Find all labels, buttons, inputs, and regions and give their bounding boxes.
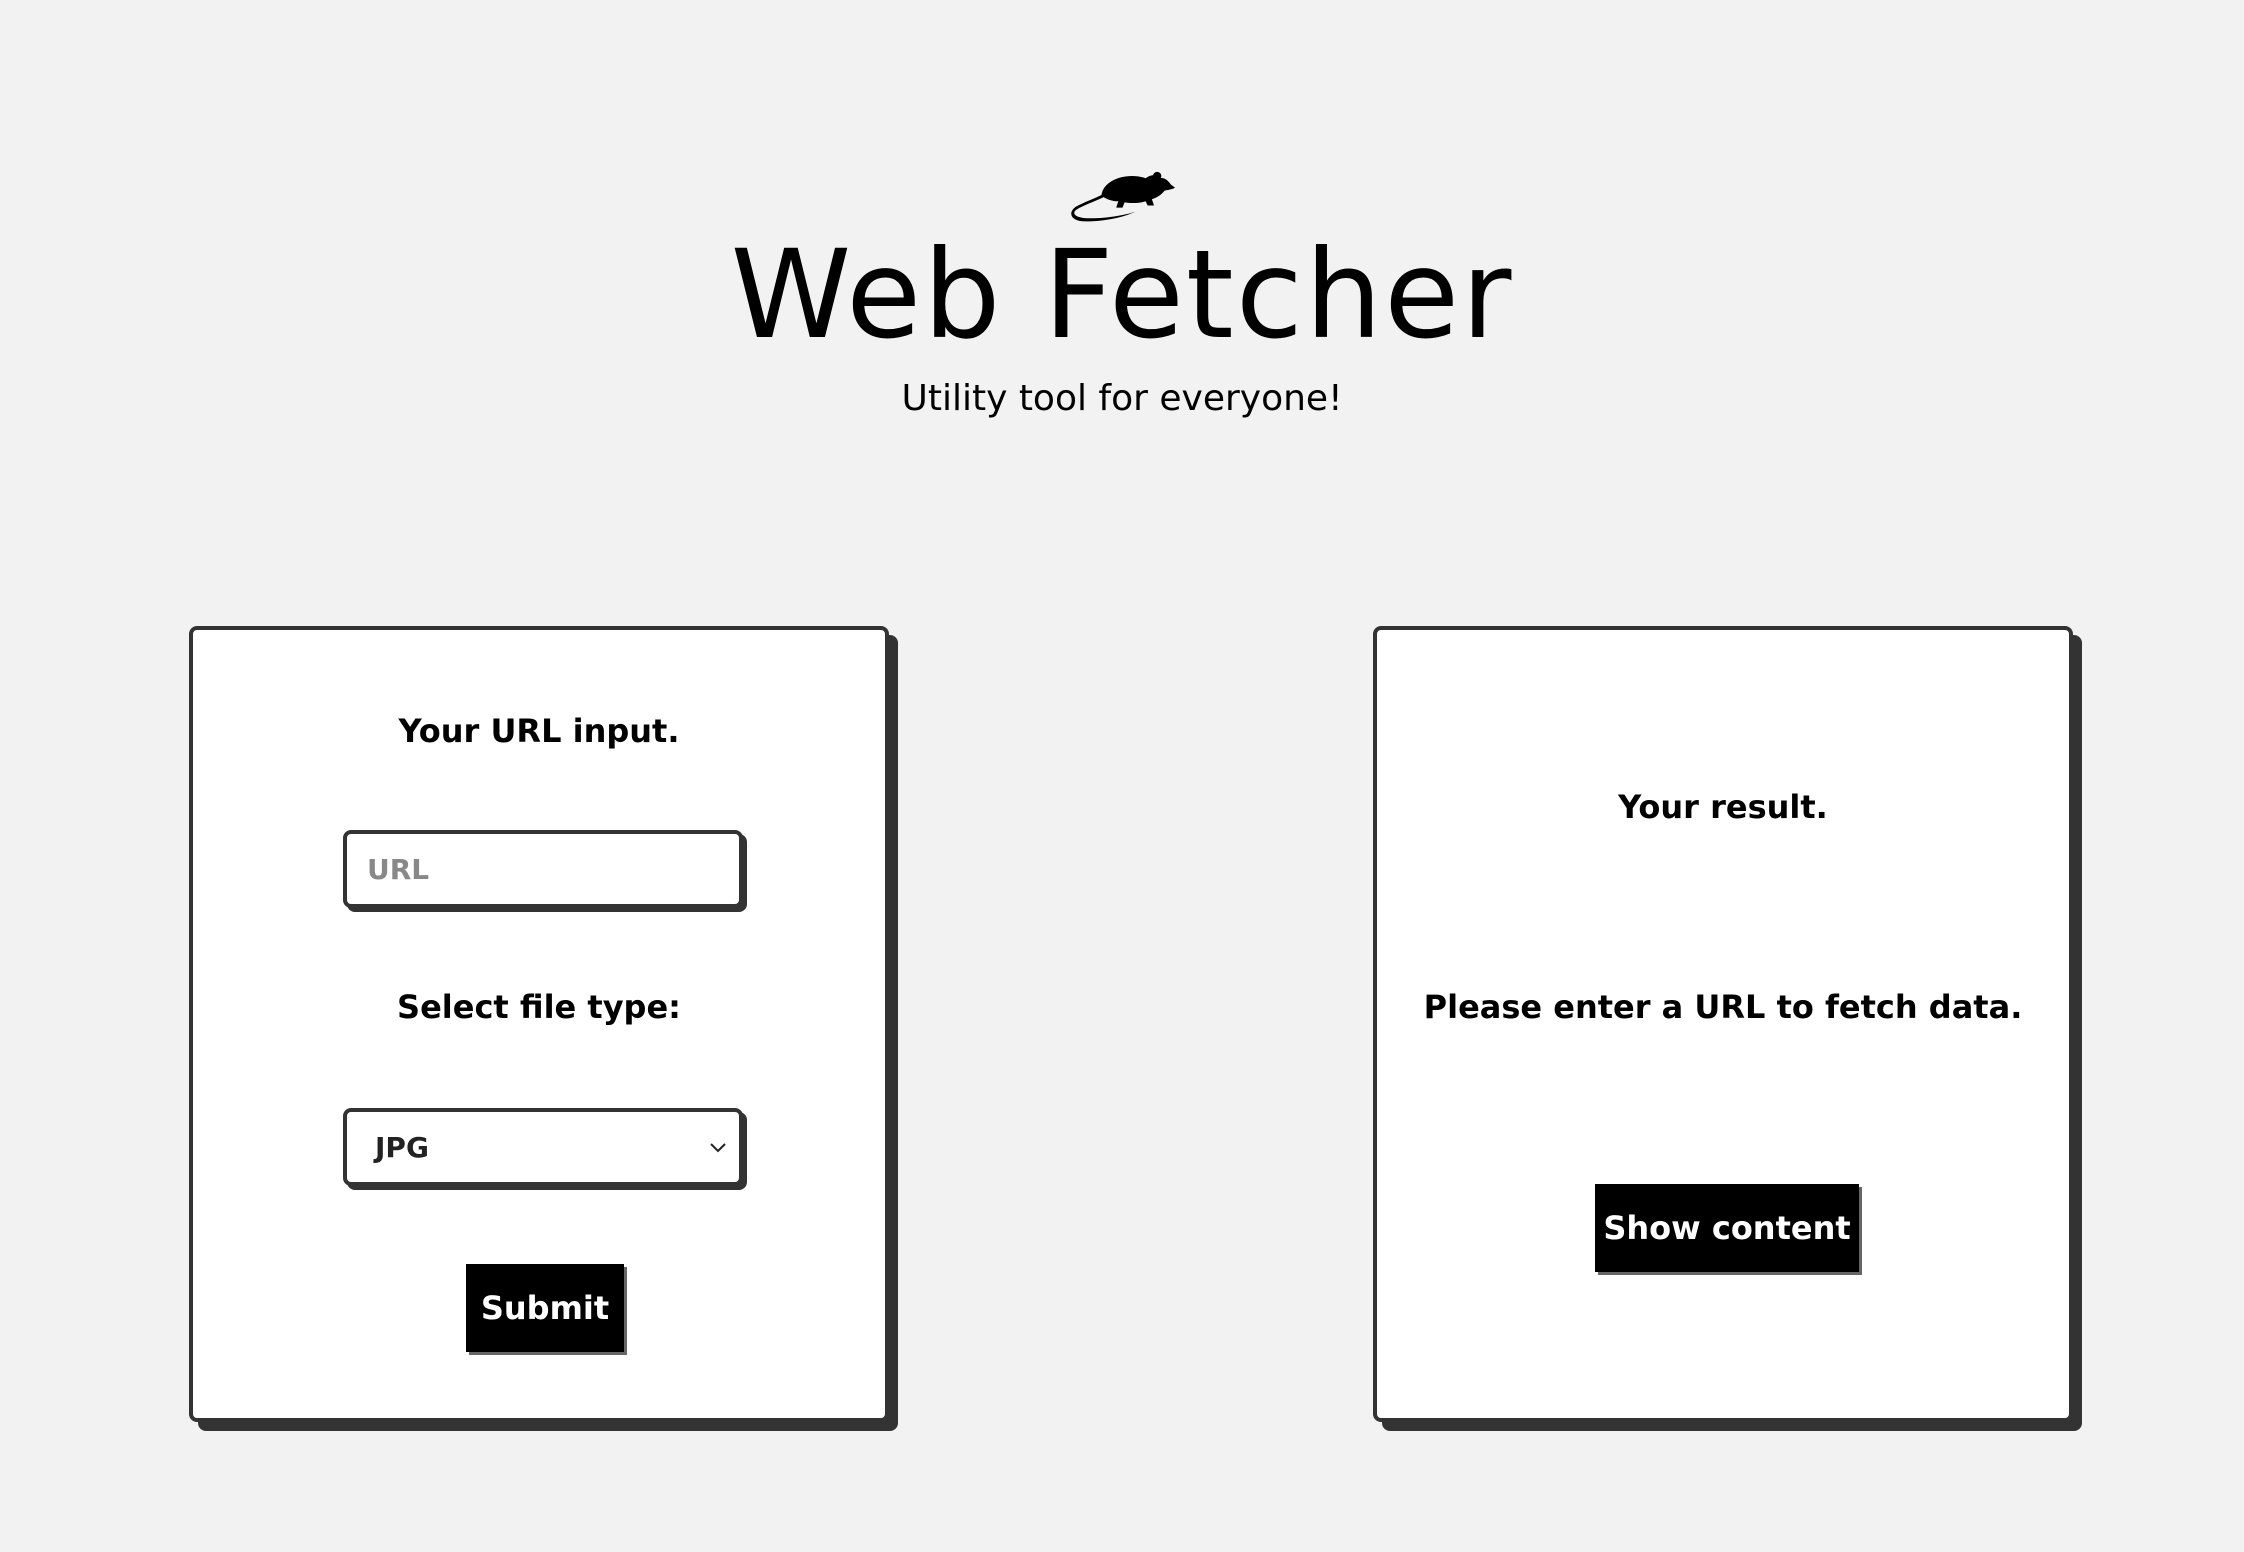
result-card: Your result. Please enter a URL to fetch… xyxy=(1373,626,2073,1422)
url-input-heading: Your URL input. xyxy=(398,712,680,750)
page-subtitle: Utility tool for everyone! xyxy=(901,378,1343,419)
chevron-down-icon xyxy=(710,1143,726,1153)
page-title: Web Fetcher xyxy=(730,224,1514,366)
url-input-placeholder: URL xyxy=(367,852,430,886)
show-content-button[interactable]: Show content xyxy=(1595,1184,1859,1272)
submit-button[interactable]: Submit xyxy=(466,1264,624,1352)
page: Web Fetcher Utility tool for everyone! Y… xyxy=(0,0,2244,1552)
result-heading: Your result. xyxy=(1618,788,1828,826)
result-message: Please enter a URL to fetch data. xyxy=(1423,988,2023,1026)
file-type-selected-value: JPG xyxy=(375,1130,429,1164)
header: Web Fetcher Utility tool for everyone! xyxy=(0,160,2244,419)
file-type-label: Select file type: xyxy=(397,988,681,1026)
file-type-select[interactable]: JPG xyxy=(343,1108,743,1186)
url-input[interactable]: URL xyxy=(343,830,743,908)
rat-icon xyxy=(1070,171,1175,222)
url-input-card: Your URL input. URL Select file type: JP… xyxy=(189,626,889,1422)
